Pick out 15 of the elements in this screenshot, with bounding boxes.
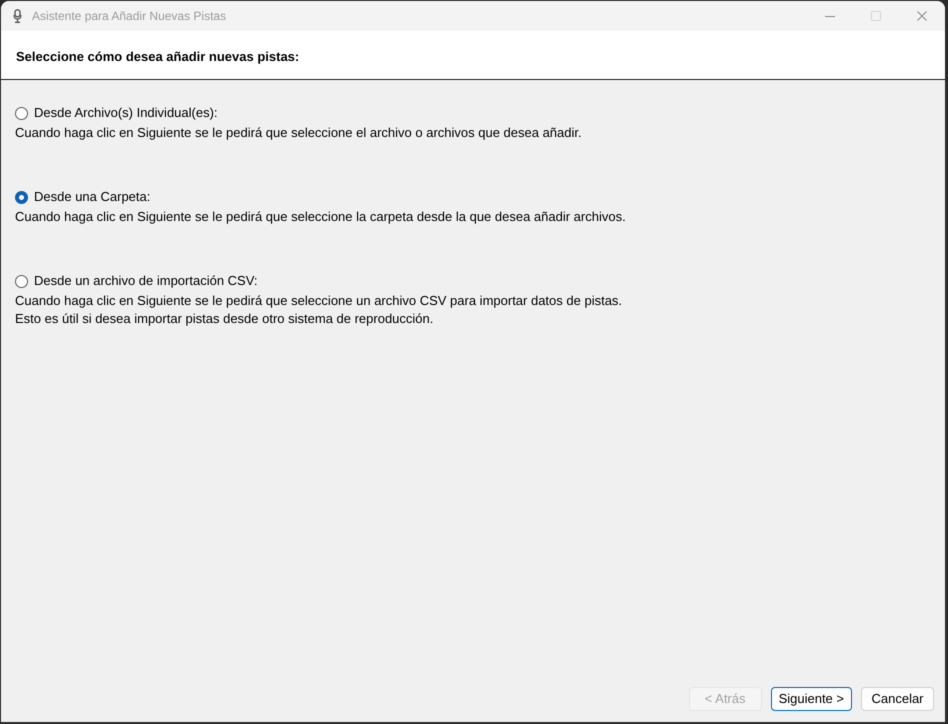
option-description: Cuando haga clic en Siguiente se le pedirá que seleccione el archivo o archivos que desea añadir. xyxy=(15,124,582,142)
option-description: Cuando haga clic en Siguiente se le pedirá que seleccione la carpeta desde la que desea añadir archivos. xyxy=(15,208,626,226)
option-label[interactable]: Desde Archivo(s) Individual(es): xyxy=(34,104,218,122)
microphone-icon xyxy=(13,9,22,23)
wizard-button[interactable]: Cancelar xyxy=(861,687,934,711)
wizard-button[interactable]: Siguiente > xyxy=(770,687,852,711)
option-label[interactable]: Desde una Carpeta: xyxy=(34,188,150,206)
close-icon[interactable] xyxy=(917,11,927,21)
radio-button[interactable] xyxy=(15,274,28,288)
header-title: Seleccione cómo desea añadir nuevas pistas: xyxy=(16,48,300,66)
radio-button[interactable] xyxy=(15,190,28,204)
radio-button[interactable] xyxy=(15,106,28,120)
option-description: Cuando haga clic en Siguiente se le pedirá que seleccione un archivo CSV para importar datos de pistas. Esto es útil si desea importar pistas desde otro sistema de reproducción. xyxy=(15,292,622,328)
window-title: Asistente para Añadir Nuevas Pistas xyxy=(32,8,226,25)
option-label[interactable]: Desde un archivo de importación CSV: xyxy=(34,272,258,290)
